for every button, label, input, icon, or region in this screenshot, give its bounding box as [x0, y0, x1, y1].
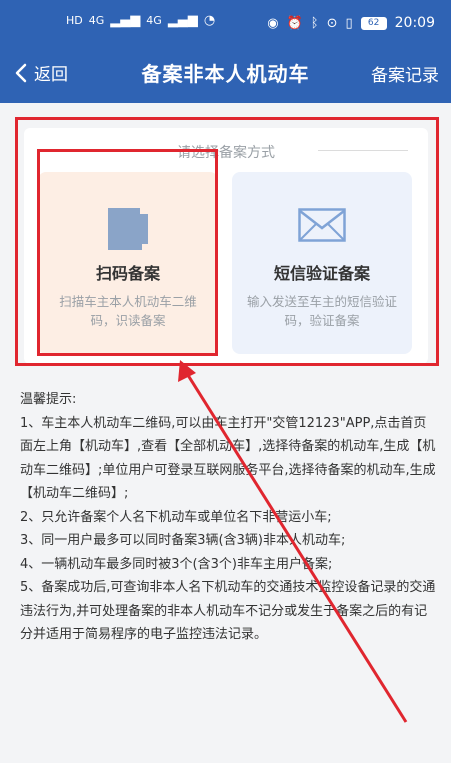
status-right-icons: ◉ ⏰ ᛒ ⊙ ▯ 62 20:09	[267, 15, 435, 31]
status-bar: HD 4G ▂▄▆ 4G ▂▄▆ ◔ ◉ ⏰ ᛒ ⊙ ▯ 62 20:09	[0, 0, 451, 44]
qr-scan-icon	[108, 208, 148, 254]
card-subtitle: 请选择备案方式	[177, 145, 275, 161]
battery-icon: 62	[360, 16, 387, 30]
sms-option-desc: 输入发送至车主的短信验证码，验证备案	[246, 294, 397, 328]
nav-bar: 返回 备案非本人机动车 备案记录	[0, 48, 451, 100]
signal-bars-icon: ▂▄▆	[110, 13, 141, 28]
tips-title: 温馨提示:	[20, 392, 77, 407]
scan-code-option[interactable]: 扫码备案 扫描车主本人机动车二维码，识读备案	[38, 172, 218, 354]
envelope-icon	[298, 208, 346, 246]
eye-icon: ◉	[267, 15, 279, 31]
scan-option-desc: 扫描车主本人机动车二维码，识读备案	[59, 294, 197, 328]
hd-icon: HD	[66, 14, 83, 27]
signal-bars-icon-2: ▂▄▆	[167, 13, 198, 28]
records-button[interactable]: 备案记录	[371, 61, 439, 86]
status-time: 20:09	[394, 15, 435, 31]
annotation-arrow	[178, 360, 408, 723]
vibrate-icon: ▯	[345, 15, 353, 31]
bluetooth-icon: ᛒ	[310, 15, 319, 31]
scan-option-title: 扫码备案	[95, 264, 160, 283]
sms-option-title: 短信验证备案	[273, 264, 370, 283]
tip-item-3: 3、同一用户最多可以同时备案3辆(含3辆)非本人机动车;	[20, 533, 346, 548]
tip-item-5: 5、备案成功后,可查询非本人名下机动车的交通技术监控设备记录的交通违法行为,并可…	[20, 580, 436, 642]
registration-method-card: 请选择备案方式 扫码备案 扫描车主本人机动车二维码，识读备案 短信验证备案 输入…	[24, 128, 428, 364]
sms-verify-option[interactable]: 短信验证备案 输入发送至车主的短信验证码，验证备案	[232, 172, 412, 354]
signal-4g-icon: 4G	[88, 14, 105, 27]
divider-right	[318, 150, 408, 151]
tip-item-2: 2、只允许备案个人名下机动车或单位名下非营运小车;	[20, 509, 332, 525]
tip-item-1: 1、车主本人机动车二维码,可以由车主打开"交管12123"APP,点击首页面左上…	[20, 415, 436, 502]
alarm-icon: ⏰	[286, 15, 303, 31]
location-icon: ⊙	[326, 15, 338, 31]
tip-item-4: 4、一辆机动车最多同时被3个(含3个)非车主用户备案;	[20, 556, 333, 572]
app-header: HD 4G ▂▄▆ 4G ▂▄▆ ◔ ◉ ⏰ ᛒ ⊙ ▯ 62 20:09 返回…	[0, 0, 451, 103]
signal-4g-icon-2: 4G	[146, 14, 162, 27]
tips-section: 温馨提示: 1、车主本人机动车二维码,可以由车主打开"交管12123"APP,点…	[20, 388, 436, 647]
wechat-icon: ◔	[203, 13, 216, 28]
status-left-icons: HD 4G ▂▄▆ 4G ▂▄▆ ◔	[66, 14, 215, 27]
